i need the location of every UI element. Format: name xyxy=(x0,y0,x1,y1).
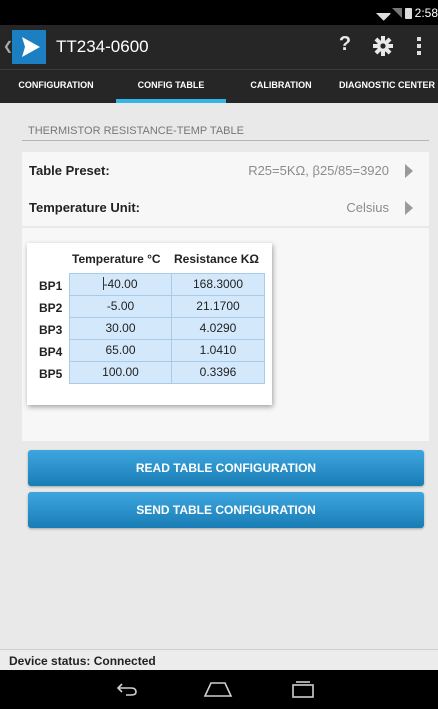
app-logo-icon xyxy=(22,37,40,57)
temperature-value: -40.00 xyxy=(103,277,138,291)
resistance-cell[interactable]: 21.1700 xyxy=(171,295,265,318)
section-divider xyxy=(22,140,429,141)
nav-back-icon[interactable] xyxy=(116,681,138,697)
temperature-unit-label: Temperature Unit: xyxy=(29,200,140,215)
chevron-right-icon xyxy=(405,201,413,215)
temperature-cell[interactable]: 100.00 xyxy=(69,361,172,384)
status-icons: 2:58 xyxy=(374,5,438,21)
table-preset-row[interactable]: Table Preset: R25=5KΩ, β25/85=3920 xyxy=(22,152,429,189)
temperature-cell[interactable]: -40.00 xyxy=(69,273,172,296)
chevron-right-icon xyxy=(405,164,413,178)
column-header-resistance: Resistance KΩ xyxy=(174,252,259,266)
tab-config-table[interactable]: CONFIG TABLE xyxy=(116,70,226,103)
tab-calibration[interactable]: CALIBRATION xyxy=(226,70,336,103)
temperature-cell[interactable]: 30.00 xyxy=(69,317,172,340)
device-status-bar: Device status: Connected xyxy=(0,649,438,670)
temperature-unit-value: Celsius xyxy=(346,200,389,215)
nav-home-icon[interactable] xyxy=(203,681,233,698)
app-logo[interactable] xyxy=(12,30,46,64)
read-table-configuration-button[interactable]: READ TABLE CONFIGURATION xyxy=(28,450,424,486)
table-preset-value: R25=5KΩ, β25/85=3920 xyxy=(248,163,389,178)
action-bar: ❮ TT234-0600 ? xyxy=(0,25,438,69)
thermistor-table-area: Temperature °C Resistance KΩ BP1 -40.00 … xyxy=(22,228,429,441)
table-preset-label: Table Preset: xyxy=(29,163,110,178)
status-time: 2:58 xyxy=(414,6,438,20)
bp-label: BP1 xyxy=(39,279,63,293)
bp-label: BP2 xyxy=(39,301,63,315)
device-title: TT234-0600 xyxy=(56,37,149,56)
tab-configuration[interactable]: CONFIGURATION xyxy=(0,70,112,103)
bp-label: BP3 xyxy=(39,323,63,337)
resistance-cell[interactable]: 0.3396 xyxy=(171,361,265,384)
resistance-cell[interactable]: 1.0410 xyxy=(171,339,265,362)
tab-diagnostic-center[interactable]: DIAGNOSTIC CENTER xyxy=(336,70,438,103)
resistance-cell[interactable]: 4.0290 xyxy=(171,317,265,340)
column-header-temperature: Temperature °C xyxy=(72,252,161,266)
device-status-text: Device status: Connected xyxy=(9,654,156,668)
gear-icon[interactable] xyxy=(371,34,395,58)
temperature-cell[interactable]: 65.00 xyxy=(69,339,172,362)
resistance-cell[interactable]: 168.3000 xyxy=(171,273,265,296)
temperature-cell[interactable]: -5.00 xyxy=(69,295,172,318)
send-table-configuration-button[interactable]: SEND TABLE CONFIGURATION xyxy=(28,492,424,528)
wifi-icon xyxy=(374,5,391,21)
bp-label: BP5 xyxy=(39,367,63,381)
section-title: THERMISTOR RESISTANCE-TEMP TABLE xyxy=(28,125,244,137)
thermistor-table: Temperature °C Resistance KΩ BP1 -40.00 … xyxy=(27,243,272,405)
overflow-menu-icon[interactable] xyxy=(414,36,424,58)
temperature-unit-row[interactable]: Temperature Unit: Celsius xyxy=(22,189,429,226)
battery-icon xyxy=(404,7,412,19)
signal-icon xyxy=(391,8,402,18)
status-bar: 2:58 xyxy=(0,0,438,25)
main-content: THERMISTOR RESISTANCE-TEMP TABLE Table P… xyxy=(0,103,438,649)
tab-bar: CONFIGURATION CONFIG TABLE CALIBRATION D… xyxy=(0,69,438,103)
help-icon[interactable]: ? xyxy=(333,33,357,56)
system-nav-bar xyxy=(0,670,438,709)
bp-label: BP4 xyxy=(39,345,63,359)
nav-recent-apps-icon[interactable] xyxy=(289,679,317,699)
